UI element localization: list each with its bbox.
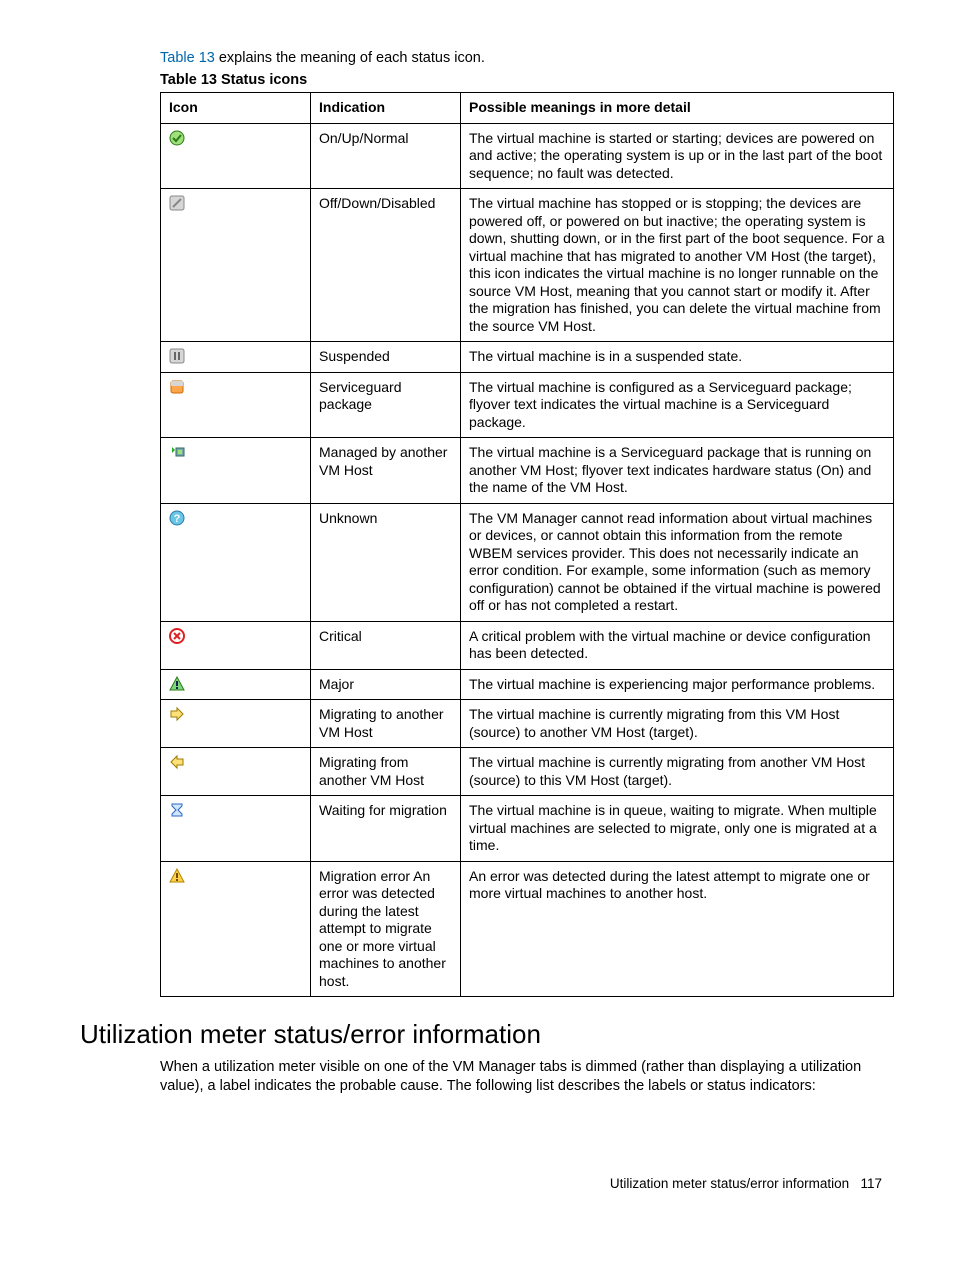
meaning-cell: The virtual machine is started or starti…: [461, 123, 894, 189]
section-body: When a utilization meter visible on one …: [160, 1058, 894, 1096]
migration-error-icon: [161, 861, 311, 997]
meaning-cell: The virtual machine is currently migrati…: [461, 748, 894, 796]
indication-cell: Major: [311, 669, 461, 700]
col-header-indication: Indication: [311, 93, 461, 124]
meaning-cell: The virtual machine is in a suspended st…: [461, 342, 894, 373]
managed-other-icon: [161, 438, 311, 504]
indication-cell: On/Up/Normal: [311, 123, 461, 189]
unknown-icon: [161, 503, 311, 621]
migrating-to-icon: [161, 700, 311, 748]
table-row: UnknownThe VM Manager cannot read inform…: [161, 503, 894, 621]
normal-icon: [161, 123, 311, 189]
indication-cell: Unknown: [311, 503, 461, 621]
table-caption: Table 13 Status icons: [160, 72, 894, 88]
indication-cell: Critical: [311, 621, 461, 669]
intro-rest: explains the meaning of each status icon…: [215, 50, 485, 66]
meaning-cell: The VM Manager cannot read information a…: [461, 503, 894, 621]
indication-cell: Serviceguard package: [311, 372, 461, 438]
meaning-cell: The virtual machine is a Serviceguard pa…: [461, 438, 894, 504]
indication-cell: Migration error An error was detected du…: [311, 861, 461, 997]
indication-cell: Managed by another VM Host: [311, 438, 461, 504]
indication-cell: Waiting for migration: [311, 796, 461, 862]
section-heading: Utilization meter status/error informati…: [80, 1019, 894, 1050]
indication-cell: Migrating from another VM Host: [311, 748, 461, 796]
table-row: Migrating from another VM HostThe virtua…: [161, 748, 894, 796]
table-row: On/Up/NormalThe virtual machine is start…: [161, 123, 894, 189]
footer-page: 117: [860, 1176, 882, 1191]
waiting-migration-icon: [161, 796, 311, 862]
table-row: Managed by another VM HostThe virtual ma…: [161, 438, 894, 504]
table-row: Migration error An error was detected du…: [161, 861, 894, 997]
intro-paragraph: Table 13 explains the meaning of each st…: [160, 50, 894, 66]
table-row: CriticalA critical problem with the virt…: [161, 621, 894, 669]
indication-cell: Suspended: [311, 342, 461, 373]
disabled-icon: [161, 189, 311, 342]
suspended-icon: [161, 342, 311, 373]
meaning-cell: An error was detected during the latest …: [461, 861, 894, 997]
meaning-cell: The virtual machine has stopped or is st…: [461, 189, 894, 342]
table-row: SuspendedThe virtual machine is in a sus…: [161, 342, 894, 373]
serviceguard-icon: [161, 372, 311, 438]
table-row: Serviceguard packageThe virtual machine …: [161, 372, 894, 438]
meaning-cell: The virtual machine is in queue, waiting…: [461, 796, 894, 862]
indication-cell: Migrating to another VM Host: [311, 700, 461, 748]
table-ref-link[interactable]: Table 13: [160, 50, 215, 66]
page-footer: Utilization meter status/error informati…: [80, 1176, 894, 1191]
meaning-cell: The virtual machine is currently migrati…: [461, 700, 894, 748]
meaning-cell: The virtual machine is configured as a S…: [461, 372, 894, 438]
table-row: Waiting for migrationThe virtual machine…: [161, 796, 894, 862]
meaning-cell: A critical problem with the virtual mach…: [461, 621, 894, 669]
table-row: MajorThe virtual machine is experiencing…: [161, 669, 894, 700]
table-row: Off/Down/DisabledThe virtual machine has…: [161, 189, 894, 342]
migrating-from-icon: [161, 748, 311, 796]
major-icon: [161, 669, 311, 700]
indication-cell: Off/Down/Disabled: [311, 189, 461, 342]
meaning-cell: The virtual machine is experiencing majo…: [461, 669, 894, 700]
table-row: Migrating to another VM HostThe virtual …: [161, 700, 894, 748]
critical-icon: [161, 621, 311, 669]
col-header-icon: Icon: [161, 93, 311, 124]
footer-title: Utilization meter status/error informati…: [610, 1176, 849, 1191]
col-header-meaning: Possible meanings in more detail: [461, 93, 894, 124]
status-icons-table: Icon Indication Possible meanings in mor…: [160, 92, 894, 997]
